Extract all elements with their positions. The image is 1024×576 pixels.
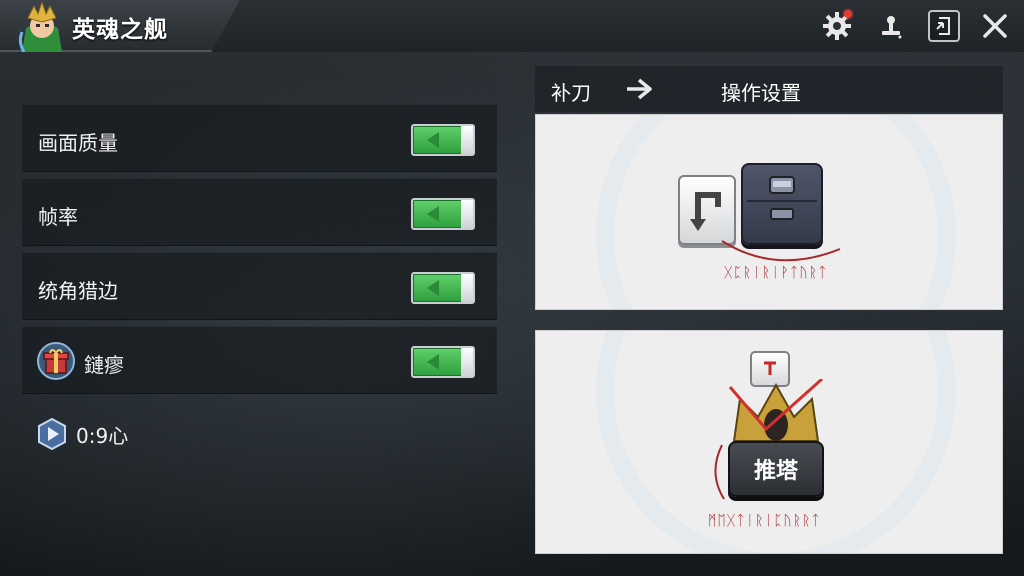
tab-bar: 补刀 操作设置 xyxy=(535,66,1003,112)
toggle-arrow-icon xyxy=(427,206,439,222)
exit-game-button[interactable] xyxy=(928,10,960,42)
joystick-icon xyxy=(882,16,902,39)
exit-to-icon xyxy=(936,17,950,35)
keycap-action xyxy=(741,163,823,245)
toggle-arrow-icon xyxy=(427,132,439,148)
graphics-quality-toggle[interactable] xyxy=(411,124,475,156)
setting-row-graphics: 画面质量 xyxy=(22,104,497,172)
close-icon xyxy=(983,14,1007,38)
gift-box-icon xyxy=(37,342,75,380)
setting-row-item: 鏈瘳 xyxy=(22,326,497,394)
framerate-toggle[interactable] xyxy=(411,198,475,230)
play-badge-icon xyxy=(38,418,66,450)
keybind-card-push-tower[interactable]: 推塔 ᛗᛖᚷᛏᛁᚱᛁᛈᚢᚱᚱᛏ xyxy=(535,330,1003,554)
toggle-knob xyxy=(461,348,473,376)
controls-button[interactable] xyxy=(872,8,910,44)
keycap-label: 推塔 xyxy=(753,459,798,484)
tab-last-hit[interactable]: 补刀 xyxy=(551,77,591,106)
toggle-knob xyxy=(461,274,473,302)
setting-label: 统角猎边 xyxy=(38,279,118,303)
rune-text: ᚷᛈᚱᛁᚱᛁᚹᛏᚢᚱᛏ xyxy=(724,265,828,281)
timer-value: 0:9心 xyxy=(76,423,129,448)
item-toggle[interactable] xyxy=(411,346,475,378)
setting-row-framerate: 帧率 xyxy=(22,178,497,246)
rune-arc xyxy=(714,444,725,500)
settings-button[interactable] xyxy=(818,8,856,44)
top-bar: 英魂之舰 xyxy=(0,0,1024,52)
timer-stat: 0:9心 xyxy=(36,416,128,452)
toggle-arrow-icon xyxy=(427,354,439,370)
toggle-knob xyxy=(461,126,473,154)
bucket-icon xyxy=(747,176,817,220)
edge-toggle[interactable] xyxy=(411,272,475,304)
toggle-knob xyxy=(461,200,473,228)
turn-down-arrow-icon xyxy=(690,192,721,231)
rune-text: ᛗᛖᚷᛏᛁᚱᛁᛈᚢᚱᚱᛏ xyxy=(708,513,821,529)
close-button[interactable] xyxy=(976,8,1014,44)
crown-icon xyxy=(728,379,823,442)
notification-dot xyxy=(844,10,852,18)
tab-control-settings[interactable]: 操作设置 xyxy=(721,77,801,106)
page-title: 英魂之舰 xyxy=(72,17,168,43)
setting-label: 鏈瘳 xyxy=(84,353,124,377)
keybind-card-last-hit[interactable]: ᚷᛈᚱᛁᚱᛁᚹᛏᚢᚱᛏ xyxy=(535,114,1003,310)
avatar[interactable] xyxy=(14,2,70,52)
arrow-right-icon xyxy=(627,78,652,100)
settings-list: 画面质量 帧率 统角猎边 鏈瘳 xyxy=(22,104,497,400)
toggle-arrow-icon xyxy=(427,280,439,296)
setting-label: 帧率 xyxy=(38,205,78,229)
setting-row-edge: 统角猎边 xyxy=(22,252,497,320)
setting-label: 画面质量 xyxy=(38,131,118,155)
